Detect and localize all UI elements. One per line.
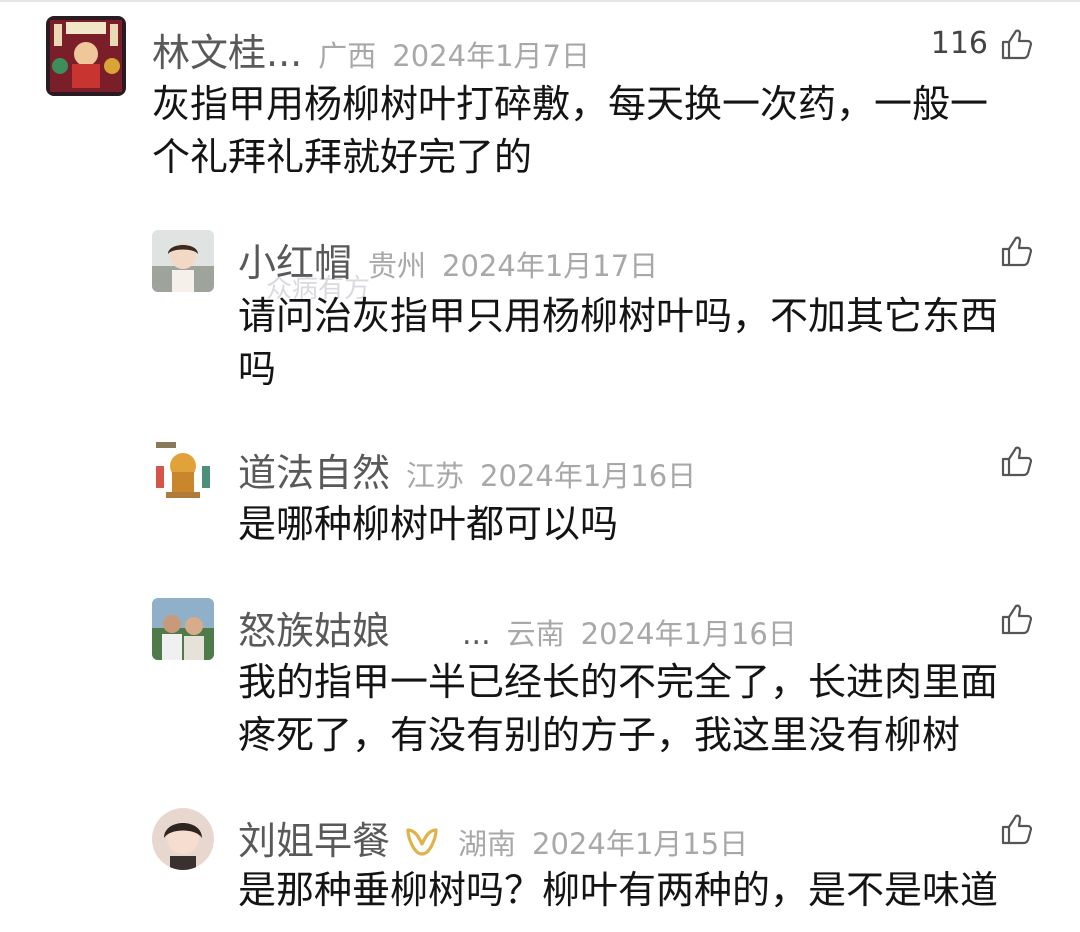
comment-date: 2024年1月15日 [532,827,749,861]
like-count: 116 [930,26,988,61]
avatar[interactable] [152,598,214,660]
top-divider [0,0,1080,2]
author-region: 江苏 [406,459,465,493]
like-button[interactable]: 116 [931,26,1034,61]
avatar[interactable] [46,16,126,96]
like-button[interactable] [1000,234,1034,268]
like-button[interactable] [1000,444,1034,478]
comment-text: 请问治灰指甲只用杨柳树叶吗，不加其它东西 吗 [238,290,998,396]
comment-date: 2024年1月16日 [480,459,697,493]
comment-text: 是那种垂柳树吗？柳叶有两种的，是不是味道 [238,864,998,917]
comment-line: 请问治灰指甲只用杨柳树叶吗，不加其它东西 [238,294,999,338]
comment-line: 我的指甲一半已经长的不完全了，长进肉里面 [238,660,999,704]
avatar[interactable] [152,808,214,870]
thumbs-up-icon [1000,234,1034,268]
author-region: 湖南 [458,827,517,861]
comment-text: 灰指甲用杨柳树叶打碎敷，每天换一次药，一般一 个礼拜礼拜就好完了的 [152,78,988,184]
thumbs-up-icon [1000,602,1034,636]
avatar[interactable] [152,440,214,502]
comment-line: 疼死了，有没有别的方子，我这里没有柳树 [238,713,961,757]
comment-text: 我的指甲一半已经长的不完全了，长进肉里面 疼死了，有没有别的方子，我这里没有柳树 [238,656,998,762]
comment-meta: 道法自然 江苏 2024年1月16日 [238,442,696,497]
like-button[interactable] [1000,602,1034,636]
comment-text: 是哪种柳树叶都可以吗 [238,498,618,551]
like-button[interactable] [1000,812,1034,846]
author-region: 广西 [318,39,377,73]
author-region: 云南 [506,617,565,651]
comment-line: 是那种垂柳树吗？柳叶有两种的，是不是味道 [238,868,999,912]
author-name[interactable]: 道法自然 [238,442,390,497]
comment-meta: 林文桂... 广西 2024年1月7日 [152,22,590,77]
author-name[interactable]: 怒族姑娘 [238,600,390,655]
comment-meta: 刘姐早餐 湖南 2024年1月15日 [238,810,748,865]
avatar[interactable] [152,230,214,292]
comment-line: 灰指甲用杨柳树叶打碎敷，每天换一次药，一般一 [152,82,989,126]
author-region: 贵州 [368,249,427,283]
comment-date: 2024年1月16日 [580,617,797,651]
gold-ribbon-badge-icon [402,826,442,858]
comment-date: 2024年1月7日 [392,39,590,73]
comment-date: 2024年1月17日 [442,249,659,283]
thumbs-up-icon [1000,812,1034,846]
name-ellipsis: ... [462,617,491,652]
thumbs-up-icon [1000,444,1034,478]
author-name[interactable]: 林文桂... [152,22,302,77]
comment-line: 个礼拜礼拜就好完了的 [152,135,533,179]
thumbs-up-icon [1000,27,1034,61]
comment-line: 是哪种柳树叶都可以吗 [238,502,619,546]
author-name[interactable]: 刘姐早餐 [238,810,390,865]
comment-meta: 怒族姑娘 ... 云南 2024年1月16日 [238,600,797,655]
comment-line: 吗 [238,347,277,391]
